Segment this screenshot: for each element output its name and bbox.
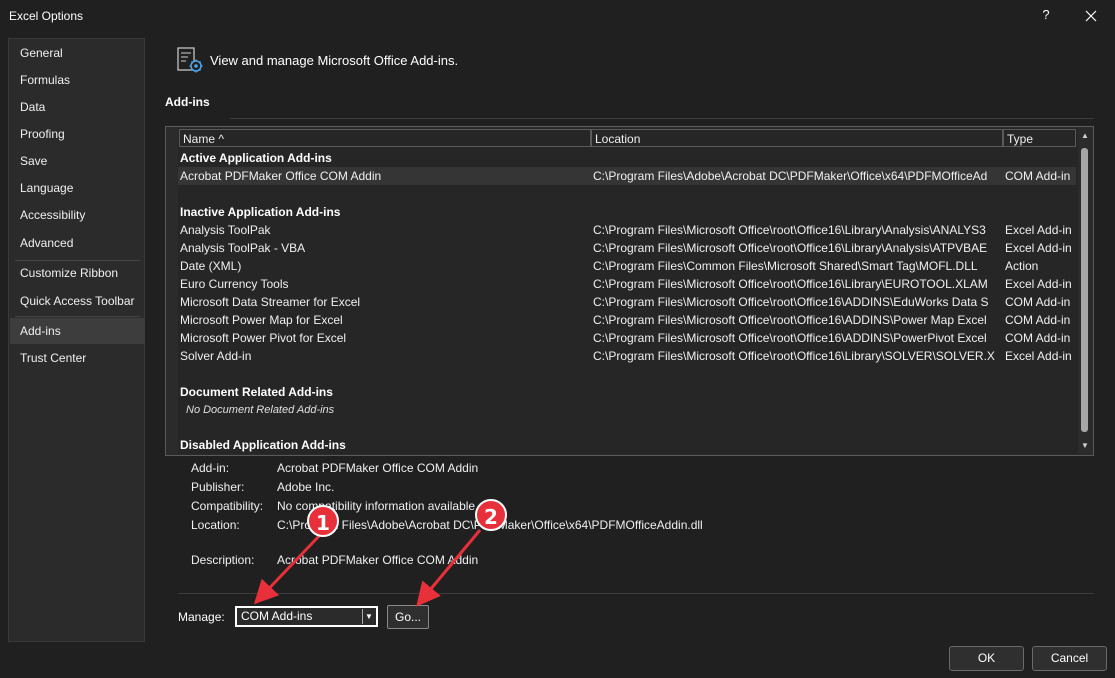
addin-location: C:\Program Files\Microsoft Office\root\O… xyxy=(593,313,987,327)
sidebar-item-proofing[interactable]: Proofing xyxy=(10,121,145,147)
addin-name: Microsoft Power Map for Excel xyxy=(180,313,343,327)
addin-type: Action xyxy=(1005,259,1039,273)
sidebar: General Formulas Data Proofing Save Lang… xyxy=(8,38,145,642)
detail-publisher-label: Publisher: xyxy=(191,480,245,494)
table-row[interactable]: Microsoft Power Pivot for Excel C:\Progr… xyxy=(178,329,1076,347)
sidebar-item-add-ins[interactable]: Add-ins xyxy=(10,318,145,344)
go-button[interactable]: Go... xyxy=(387,605,429,629)
addin-name: Date (XML) xyxy=(180,259,242,273)
sidebar-item-quick-access-toolbar[interactable]: Quick Access Toolbar xyxy=(10,288,145,314)
column-header-type[interactable]: Type xyxy=(1003,129,1076,147)
window-title: Excel Options xyxy=(9,9,84,23)
cancel-button[interactable]: Cancel xyxy=(1032,646,1107,671)
addin-name: Analysis ToolPak xyxy=(180,223,271,237)
annotation-arrow-1 xyxy=(253,533,322,605)
sidebar-item-accessibility[interactable]: Accessibility xyxy=(10,202,145,228)
addin-type: COM Add-in xyxy=(1005,295,1071,309)
manage-divider xyxy=(178,593,1094,594)
addin-type: COM Add-in xyxy=(1005,313,1071,327)
sidebar-divider xyxy=(15,316,140,317)
detail-addin-value: Acrobat PDFMaker Office COM Addin xyxy=(277,461,479,475)
sidebar-item-advanced[interactable]: Advanced xyxy=(10,230,145,256)
sidebar-item-save[interactable]: Save xyxy=(10,148,145,174)
detail-compatibility-value: No compatibility information available xyxy=(277,499,476,513)
table-row[interactable]: Analysis ToolPak - VBA C:\Program Files\… xyxy=(178,239,1076,257)
addin-name: Microsoft Power Pivot for Excel xyxy=(180,331,347,345)
title-bar: Excel Options ? xyxy=(0,0,1115,32)
sidebar-item-formulas[interactable]: Formulas xyxy=(10,67,145,93)
annotation-badge-1: 1 xyxy=(307,505,339,537)
table-row[interactable]: Solver Add-in C:\Program Files\Microsoft… xyxy=(178,347,1076,365)
table-row[interactable]: Acrobat PDFMaker Office COM Addin C:\Pro… xyxy=(178,167,1076,185)
no-document-addins-note: No Document Related Add-ins xyxy=(186,404,335,416)
addins-list[interactable]: Name ^ Location Type Active Application … xyxy=(178,128,1078,454)
scroll-thumb[interactable] xyxy=(1081,148,1088,432)
table-row[interactable]: Euro Currency Tools C:\Program Files\Mic… xyxy=(178,275,1076,293)
section-title: Add-ins xyxy=(165,95,210,109)
addin-name: Acrobat PDFMaker Office COM Addin xyxy=(180,169,382,183)
addin-type: Excel Add-in xyxy=(1005,277,1072,291)
addin-name: Euro Currency Tools xyxy=(180,277,289,291)
detail-addin-label: Add-in: xyxy=(191,461,230,475)
addin-name: Microsoft Data Streamer for Excel xyxy=(180,295,361,309)
manage-dropdown-value: COM Add-ins xyxy=(241,609,313,623)
sidebar-item-data[interactable]: Data xyxy=(10,94,145,120)
addin-location: C:\Program Files\Common Files\Microsoft … xyxy=(593,259,978,273)
section-divider xyxy=(230,118,1094,119)
addins-gear-icon xyxy=(177,47,203,73)
manage-dropdown[interactable]: COM Add-ins ▼ xyxy=(235,606,378,627)
close-icon xyxy=(1085,10,1097,22)
addin-name: Solver Add-in xyxy=(180,349,252,363)
detail-publisher-value: Adobe Inc. xyxy=(277,480,335,494)
help-button[interactable]: ? xyxy=(1036,5,1056,25)
sidebar-item-general[interactable]: General xyxy=(10,40,145,66)
addin-location: C:\Program Files\Microsoft Office\root\O… xyxy=(593,331,987,345)
detail-location-label: Location: xyxy=(191,518,240,532)
table-row[interactable]: Date (XML) C:\Program Files\Common Files… xyxy=(178,257,1076,275)
ok-button[interactable]: OK xyxy=(949,646,1024,671)
detail-description-label: Description: xyxy=(191,553,255,567)
addin-location: C:\Program Files\Microsoft Office\root\O… xyxy=(593,295,989,309)
table-row[interactable]: Microsoft Data Streamer for Excel C:\Pro… xyxy=(178,293,1076,311)
group-active-title: Active Application Add-ins xyxy=(180,151,332,165)
addin-name: Analysis ToolPak - VBA xyxy=(180,241,306,255)
column-header-location[interactable]: Location xyxy=(591,129,1003,147)
detail-description-value: Acrobat PDFMaker Office COM Addin xyxy=(277,553,479,567)
addin-type: COM Add-in xyxy=(1005,331,1071,345)
table-row[interactable]: Analysis ToolPak C:\Program Files\Micros… xyxy=(178,221,1076,239)
column-header-name[interactable]: Name ^ xyxy=(179,129,591,147)
group-document-title: Document Related Add-ins xyxy=(180,385,333,399)
addin-location: C:\Program Files\Microsoft Office\root\O… xyxy=(593,349,995,363)
annotation-badge-2: 2 xyxy=(475,499,507,531)
addin-type: COM Add-in xyxy=(1005,169,1071,183)
group-disabled-title: Disabled Application Add-ins xyxy=(180,438,346,452)
sidebar-item-customize-ribbon[interactable]: Customize Ribbon xyxy=(10,260,145,286)
addin-location: C:\Program Files\Microsoft Office\root\O… xyxy=(593,241,988,255)
page-heading: View and manage Microsoft Office Add-ins… xyxy=(210,53,459,68)
addin-location: C:\Program Files\Adobe\Acrobat DC\PDFMak… xyxy=(593,169,988,183)
sidebar-item-language[interactable]: Language xyxy=(10,175,145,201)
list-scrollbar[interactable]: ▲ ▼ xyxy=(1078,128,1092,454)
table-row[interactable]: Microsoft Power Map for Excel C:\Program… xyxy=(178,311,1076,329)
scroll-up-arrow-icon[interactable]: ▲ xyxy=(1080,131,1090,141)
close-button[interactable] xyxy=(1080,5,1102,27)
sidebar-item-trust-center[interactable]: Trust Center xyxy=(10,345,145,371)
addin-location: C:\Program Files\Microsoft Office\root\O… xyxy=(593,277,988,291)
addin-location: C:\Program Files\Microsoft Office\root\O… xyxy=(593,223,986,237)
detail-compatibility-label: Compatibility: xyxy=(191,499,264,513)
addin-type: Excel Add-in xyxy=(1005,223,1072,237)
addin-type: Excel Add-in xyxy=(1005,241,1072,255)
chevron-down-icon[interactable]: ▼ xyxy=(362,609,375,624)
scroll-down-arrow-icon[interactable]: ▼ xyxy=(1080,441,1090,451)
addin-type: Excel Add-in xyxy=(1005,349,1072,363)
group-inactive-title: Inactive Application Add-ins xyxy=(180,205,341,219)
manage-label: Manage: xyxy=(178,610,225,624)
